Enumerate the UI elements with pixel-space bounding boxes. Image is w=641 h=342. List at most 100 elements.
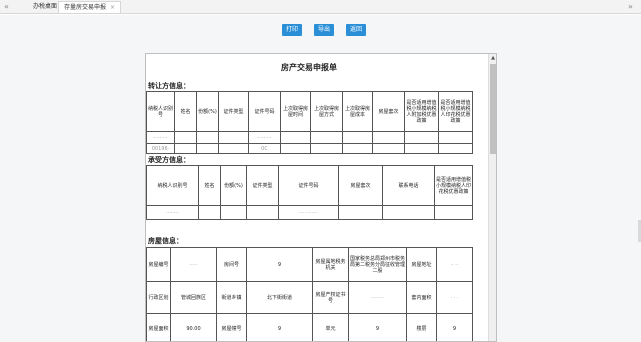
table-cell xyxy=(196,131,219,144)
main-area: 打印 导出 返回 房产交易申报单 转让方信息： 纳税人识别号 姓名 份额(%) … xyxy=(0,15,641,342)
seller-section-title: 转让方信息： xyxy=(148,82,190,90)
scrollbar-thumb[interactable] xyxy=(490,64,496,154)
table-cell: · · · xyxy=(436,281,473,314)
table-cell: 9 xyxy=(436,313,473,341)
table-row: 00196· 0C xyxy=(146,143,473,154)
table-cell: 9 xyxy=(246,313,313,341)
table-cell: ··· ········ xyxy=(278,205,339,220)
table-cell xyxy=(220,205,247,220)
print-button[interactable]: 打印 xyxy=(282,24,302,36)
table-cell xyxy=(372,143,405,154)
table-cell xyxy=(218,131,249,144)
buyer-section-title: 承受方信息： xyxy=(148,156,190,164)
table-cell: 房屋编号 xyxy=(146,247,171,282)
table-cell: 管城回族区 xyxy=(170,281,217,314)
house-table: 房屋编号 ····· 房间号 9 房屋属地税务机关 国家税务总局郑州市税务局第二… xyxy=(146,247,473,341)
table-header: 房屋套次 xyxy=(372,91,405,132)
table-header: 证件号码 xyxy=(248,91,281,132)
form-title: 房产交易申报单 xyxy=(281,63,337,72)
buyer-table: 纳税人识别号 姓名 份额(%) 证件类型 证件号码 房屋套次 联系电话 是否适用… xyxy=(146,165,473,220)
table-cell: 国家税务总局郑州市税务局第二税务分局征收管理二股 xyxy=(348,247,407,282)
tabs-scroll-left-icon[interactable]: « xyxy=(4,2,9,11)
table-row: 房屋编号 ····· 房间号 9 房屋属地税务机关 国家税务总局郑州市税务局第二… xyxy=(146,247,473,282)
table-cell xyxy=(198,205,221,220)
table-cell xyxy=(280,143,311,154)
tab-label: 存量房交易申报 xyxy=(64,4,107,11)
table-row: 房屋面积 90.00 房屋幢号 9 单元 9 楼层 9 xyxy=(146,313,473,341)
table-cell xyxy=(196,143,219,154)
table-cell: 街道乡镇 xyxy=(216,281,247,314)
buyer-header-row: 纳税人识别号 姓名 份额(%) 证件类型 证件号码 房屋套次 联系电话 是否适用… xyxy=(146,165,473,206)
table-cell: 9 xyxy=(348,313,407,341)
table-row: ········· ········· xyxy=(146,131,473,144)
tabs-scroll-right-icon[interactable]: » xyxy=(628,2,633,11)
seller-header-row: 纳税人识别号 姓名 份额(%) 证件类型 证件号码 上次取得房屋时间 上次取得房… xyxy=(146,91,473,132)
table-cell: ····· xyxy=(170,247,217,282)
table-row: ········ ··· ········ xyxy=(146,205,473,220)
table-cell: 9 xyxy=(246,247,313,282)
seller-table: 纳税人识别号 姓名 份额(%) 证件类型 证件号码 上次取得房屋时间 上次取得房… xyxy=(146,91,473,154)
table-cell xyxy=(218,143,249,154)
tab-desktop[interactable]: 办税桌面 xyxy=(28,1,62,13)
table-cell xyxy=(342,131,373,144)
table-cell: 00196· xyxy=(146,143,175,154)
table-cell: 房间号 xyxy=(216,247,247,282)
report-viewer: 房产交易申报单 转让方信息： 纳税人识别号 姓名 份额(%) 证件类型 证件号码… xyxy=(145,53,497,342)
table-header: 姓名 xyxy=(198,165,221,206)
table-cell: ·· ·· xyxy=(436,247,473,282)
house-section-title: 房屋信息： xyxy=(148,237,183,245)
table-cell xyxy=(404,131,439,144)
vertical-scrollbar[interactable]: ▲ xyxy=(488,54,496,341)
table-header: 是否适用增值税小规模纳税人印花税优惠政策 xyxy=(434,165,473,206)
table-cell: 房屋面积 xyxy=(146,313,171,341)
table-header: 房屋套次 xyxy=(338,165,383,206)
table-header: 是否适用增值税小规模纳税人印花税优惠政策 xyxy=(438,91,473,132)
table-cell xyxy=(382,205,435,220)
tab-stock-house-declaration[interactable]: 存量房交易申报 × xyxy=(58,1,122,13)
table-header: 是否适用增值税小规模纳税人附加税优惠政策 xyxy=(404,91,439,132)
table-cell: 套内面积 xyxy=(406,281,437,314)
table-header: 上次取得房屋方式 xyxy=(310,91,343,132)
table-header: 份额(%) xyxy=(220,165,247,206)
tab-label: 办税桌面 xyxy=(33,3,58,10)
table-header: 证件类型 xyxy=(246,165,279,206)
table-header: 上次取得房屋时间 xyxy=(280,91,311,132)
table-cell xyxy=(174,131,197,144)
table-cell: 0C xyxy=(248,143,281,154)
declaration-form: 房产交易申报单 转让方信息： 纳税人识别号 姓名 份额(%) 证件类型 证件号码… xyxy=(146,54,490,341)
table-cell: 房屋属地税务机关 xyxy=(312,247,349,282)
table-cell xyxy=(438,131,473,144)
table-cell: ········ xyxy=(146,205,199,220)
table-cell xyxy=(280,131,311,144)
table-cell xyxy=(342,143,373,154)
export-button[interactable]: 导出 xyxy=(314,24,334,36)
table-cell: 房屋地址 xyxy=(406,247,437,282)
table-cell: 行政区划 xyxy=(146,281,171,314)
table-cell: 楼层 xyxy=(406,313,437,341)
tab-bar: « 办税桌面 存量房交易申报 × » xyxy=(0,0,641,14)
table-header: 份额(%) xyxy=(196,91,219,132)
table-cell xyxy=(246,205,279,220)
scroll-up-icon[interactable]: ▲ xyxy=(489,54,496,62)
table-cell xyxy=(338,205,383,220)
table-header: 姓名 xyxy=(174,91,197,132)
table-cell xyxy=(434,205,473,220)
table-cell xyxy=(174,143,197,154)
table-cell: ········ xyxy=(348,281,407,314)
table-cell xyxy=(310,131,343,144)
table-row: 行政区划 管城回族区 街道乡镇 北下街街道 房屋产权证书号 ········ 套… xyxy=(146,281,473,314)
table-cell: 北下街街道 xyxy=(246,281,313,314)
table-cell xyxy=(438,143,473,154)
back-button[interactable]: 返回 xyxy=(346,24,366,36)
table-header: 纳税人识别号 xyxy=(146,91,175,132)
table-header: 联系电话 xyxy=(382,165,435,206)
table-header: 上次取得房屋成本 xyxy=(342,91,373,132)
table-cell: 房屋产权证书号 xyxy=(312,281,349,314)
table-cell xyxy=(372,131,405,144)
table-header: 证件号码 xyxy=(278,165,339,206)
table-cell: 单元 xyxy=(312,313,349,341)
table-cell: ········· xyxy=(146,131,175,144)
table-cell: ········· xyxy=(248,131,281,144)
table-header: 纳税人识别号 xyxy=(146,165,199,206)
close-icon[interactable]: × xyxy=(110,4,115,11)
